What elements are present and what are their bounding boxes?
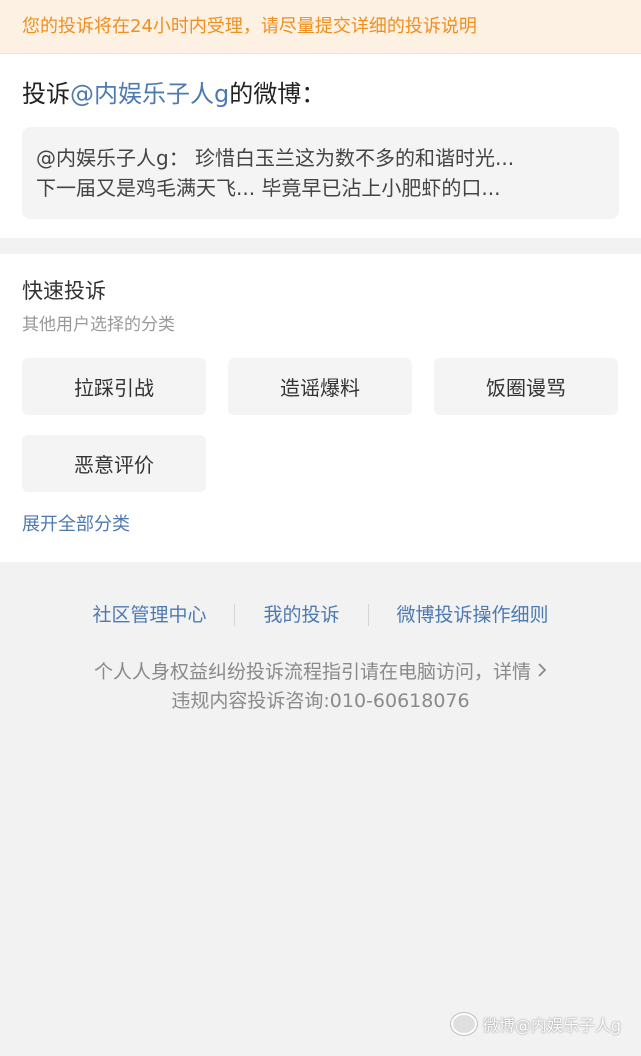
footer-links: 社区管理中心 我的投诉 微博投诉操作细则: [0, 602, 641, 628]
title-prefix: 投诉: [22, 80, 70, 108]
notice-banner: 您的投诉将在24小时内受理，请尽量提交详细的投诉说明: [0, 0, 641, 54]
user-mention-link[interactable]: @内娱乐子人g: [70, 80, 229, 108]
community-center-link[interactable]: 社区管理中心: [92, 602, 206, 628]
complaint-rules-link[interactable]: 微博投诉操作细则: [397, 602, 549, 628]
tag-button-malicious-review[interactable]: 恶意评价: [22, 435, 206, 492]
expand-all-categories-link[interactable]: 展开全部分类: [22, 514, 619, 536]
chevron-right-icon: [537, 658, 547, 686]
tag-button-incite[interactable]: 拉踩引战: [22, 358, 206, 415]
complaint-target-card: 投诉@内娱乐子人g的微博： @内娱乐子人g： 珍惜白玉兰这为数不多的和谐时光..…: [0, 54, 641, 238]
quick-complaint-title: 快速投诉: [22, 279, 106, 303]
quoted-post-line-2: 下一届又是鸡毛满天飞... 毕竟早已沾上小肥虾的口...: [36, 176, 501, 200]
guide-text: 个人人身权益纠纷投诉流程指引请在电脑访问，详情: [93, 661, 531, 683]
page-title: 投诉@内娱乐子人g的微博：: [22, 79, 619, 109]
quoted-post-line-1: @内娱乐子人g： 珍惜白玉兰这为数不多的和谐时光...: [36, 146, 515, 170]
link-separator: [367, 604, 369, 626]
quick-complaint-card: 快速投诉 其他用户选择的分类 拉踩引战 造谣爆料 饭圈谩骂 恶意评价 展开全部分…: [0, 254, 641, 562]
category-tags: 拉踩引战 造谣爆料 饭圈谩骂 恶意评价: [22, 358, 619, 492]
tag-button-rumor[interactable]: 造谣爆料: [228, 358, 412, 415]
quick-complaint-subtitle: 其他用户选择的分类: [22, 315, 175, 335]
watermark: 微博@内娱乐子人g: [450, 1012, 621, 1036]
my-complaints-link[interactable]: 我的投诉: [263, 602, 339, 628]
hotline-text: 违规内容投诉咨询:010-60618076: [171, 690, 470, 712]
quoted-post: @内娱乐子人g： 珍惜白玉兰这为数不多的和谐时光... 下一届又是鸡毛满天飞..…: [22, 127, 619, 219]
section-divider: [0, 238, 641, 254]
footer: 社区管理中心 我的投诉 微博投诉操作细则 个人人身权益纠纷投诉流程指引请在电脑访…: [0, 562, 641, 716]
watermark-text: 微博@内娱乐子人g: [482, 1016, 621, 1035]
title-suffix: 的微博：: [229, 80, 326, 108]
guide-details-link[interactable]: 个人人身权益纠纷投诉流程指引请在电脑访问，详情: [0, 658, 641, 686]
weibo-logo-icon: [450, 1013, 477, 1035]
tag-button-fan-abuse[interactable]: 饭圈谩骂: [434, 358, 618, 415]
link-separator: [234, 604, 236, 626]
